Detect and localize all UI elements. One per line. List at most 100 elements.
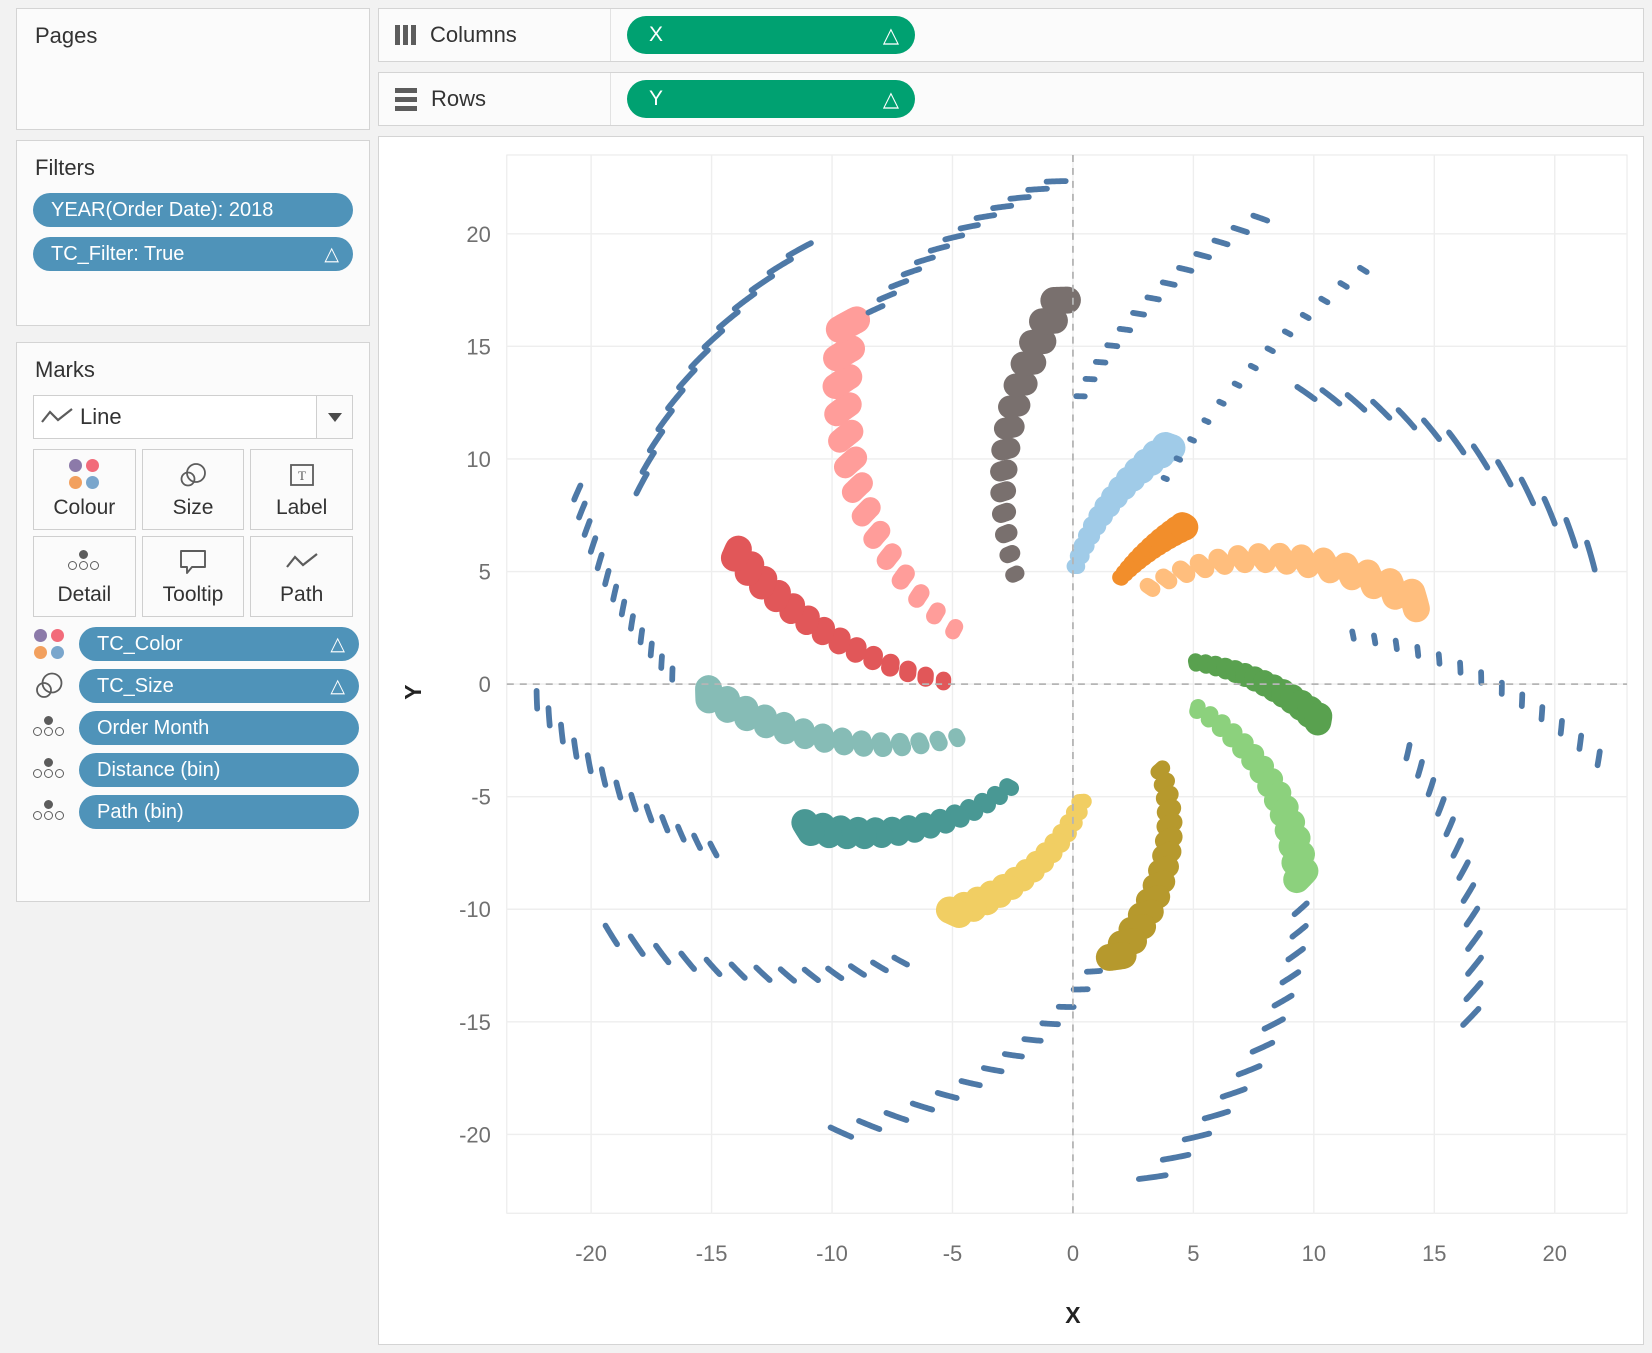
mark-line [1199, 563, 1206, 569]
mark-line [1209, 714, 1210, 719]
y-axis-title: Y [400, 684, 426, 699]
mark-line-default [1176, 458, 1180, 460]
rows-shelf[interactable]: Rows Y △ [378, 72, 1644, 126]
colour-dots-icon [27, 629, 71, 660]
y-tick-label: 20 [466, 222, 490, 247]
mark-type-dropdown[interactable]: Line [33, 395, 353, 439]
mark-line [1000, 469, 1008, 471]
mark-line-default [605, 571, 608, 584]
detail-button[interactable]: Detail [33, 536, 136, 617]
mark-pill-label: Order Month [97, 717, 337, 740]
mark-line-default [961, 225, 978, 228]
label-button-label: Label [276, 496, 327, 520]
mark-line [1042, 321, 1055, 322]
mark-line [856, 647, 857, 653]
x-tick-label: 15 [1422, 1241, 1446, 1266]
mark-line-default [651, 643, 652, 655]
mark-line [1297, 871, 1305, 880]
mark-pill-label: Distance (bin) [97, 759, 337, 782]
columns-label: Columns [430, 22, 517, 48]
size-button[interactable]: Size [142, 449, 245, 530]
mark-pill-distance-bin[interactable]: Distance (bin) [79, 753, 359, 787]
pages-card: Pages [16, 8, 370, 130]
mark-line-default [1087, 971, 1100, 972]
mark-line [1390, 581, 1395, 596]
mark-line-default [1406, 745, 1409, 759]
mark-line [1007, 786, 1011, 788]
mark-pill-label: TC_Size [97, 675, 322, 698]
mark-pill-tc-size[interactable]: TC_Size △ [79, 669, 359, 703]
mark-line-default [1541, 707, 1542, 719]
path-button[interactable]: Path [250, 536, 353, 617]
mark-line [862, 740, 864, 746]
viz-canvas[interactable]: -20-15-10-505101520-20-15-10-505101520YX [378, 136, 1644, 1345]
mark-line [873, 531, 880, 539]
mark-pill-row: Order Month [27, 711, 359, 745]
rows-icon [395, 88, 417, 111]
columns-pill-x[interactable]: X △ [627, 16, 915, 54]
colour-button[interactable]: Colour [33, 449, 136, 530]
columns-shelf-label-group: Columns [379, 9, 611, 61]
mark-line [1301, 556, 1308, 567]
mark-line-default [631, 616, 633, 629]
mark-line [1231, 732, 1233, 738]
label-button[interactable]: T Label [250, 449, 353, 530]
radial-chart[interactable]: -20-15-10-505101520-20-15-10-505101520YX [379, 137, 1643, 1344]
mark-line [953, 627, 956, 632]
mark-line [1008, 553, 1013, 555]
mark-line [862, 508, 870, 517]
mark-pill-label: TC_Color [97, 633, 322, 656]
chevron-down-icon[interactable] [316, 396, 352, 438]
mark-line [823, 628, 825, 635]
mark-line [727, 699, 728, 710]
colour-button-label: Colour [53, 496, 115, 520]
rows-label: Rows [431, 86, 486, 112]
mark-line [982, 801, 987, 804]
mark-line [803, 730, 805, 738]
rows-pill-y[interactable]: Y △ [627, 80, 915, 118]
mark-line-default [1010, 197, 1028, 199]
mark-line [840, 431, 852, 441]
mark-line-default [1179, 268, 1191, 271]
mark-line-default [976, 215, 994, 218]
mark-line [890, 663, 891, 668]
columns-pill-delta: △ [883, 23, 899, 48]
mark-pill-tc-color[interactable]: TC_Color △ [79, 627, 359, 661]
mark-line [1165, 446, 1172, 448]
mark-line [1165, 837, 1173, 841]
mark-pill-row: Path (bin) [27, 795, 359, 829]
mark-line [938, 739, 940, 743]
mark-line [1318, 716, 1319, 722]
columns-shelf[interactable]: Columns X △ [378, 8, 1644, 62]
mark-line-default [1204, 420, 1208, 422]
mark-pill-path-bin[interactable]: Path (bin) [79, 795, 359, 829]
mark-line [836, 349, 852, 359]
y-tick-label: -5 [471, 785, 491, 810]
mark-line [765, 717, 766, 726]
size-circles-icon [27, 671, 71, 701]
filter-pill-year[interactable]: YEAR(Order Date): 2018 [33, 193, 353, 227]
mark-line [892, 828, 898, 835]
tooltip-bubble-icon [178, 547, 208, 577]
columns-icon [395, 25, 416, 45]
mark-line [762, 579, 765, 587]
mark-line-default [1024, 1039, 1040, 1041]
mark-line [1032, 341, 1044, 342]
path-button-label: Path [280, 583, 323, 607]
mark-line-default [1139, 1175, 1166, 1179]
mark-line-default [622, 602, 624, 615]
mark-pill-order-month[interactable]: Order Month [79, 711, 359, 745]
mark-line [969, 808, 974, 812]
filter-pill-tcfilter[interactable]: TC_Filter: True △ [33, 237, 353, 271]
mark-line [807, 617, 809, 624]
tooltip-button[interactable]: Tooltip [142, 536, 245, 617]
x-tick-label: 0 [1067, 1241, 1079, 1266]
columns-shelf-pills: X △ [611, 16, 1643, 54]
mark-pills-list: TC_Color △ TC_Size △ [27, 627, 359, 829]
mark-line-default [1340, 283, 1346, 287]
marks-card: Marks Line Colour [16, 342, 370, 902]
mark-line [1023, 362, 1034, 363]
mark-line-default [1598, 752, 1600, 766]
detail-dots-icon [27, 758, 71, 782]
mark-line [1009, 405, 1019, 407]
